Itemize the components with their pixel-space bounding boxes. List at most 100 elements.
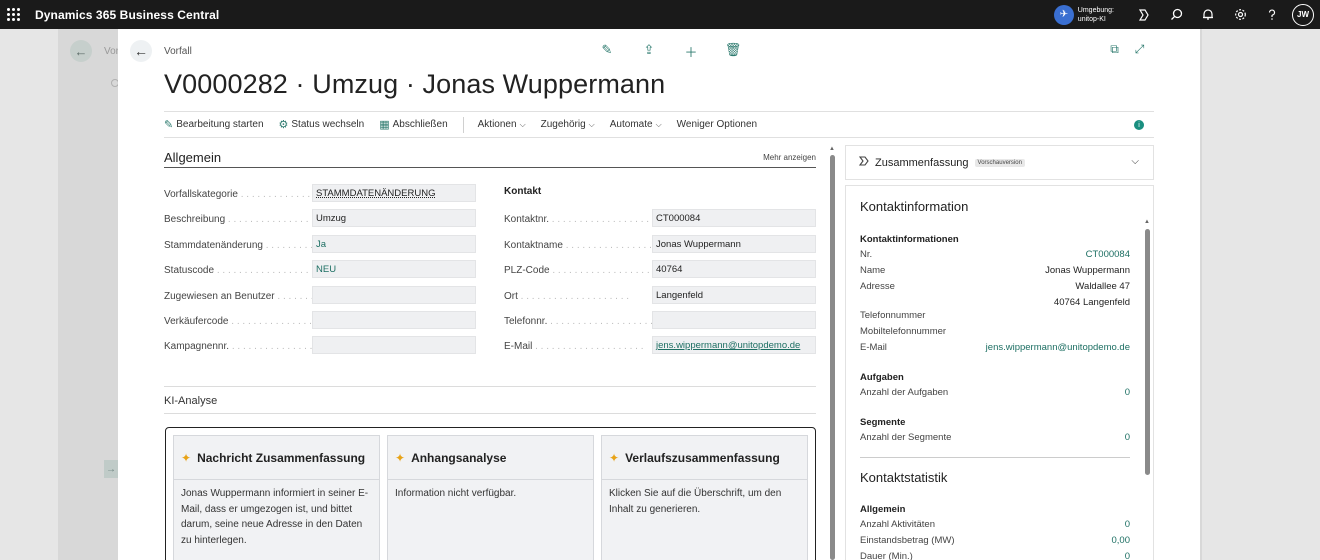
user-avatar[interactable]: JW [1292, 3, 1314, 26]
address-label: Adresse [860, 281, 895, 292]
factbox-scrollbar[interactable] [1145, 229, 1150, 475]
city-field[interactable]: Langenfeld [652, 285, 816, 304]
factbox-row: Telefonnummer [860, 310, 1130, 324]
edit-icon[interactable]: ✎ [586, 42, 628, 61]
contact-stats-title[interactable]: Kontaktstatistik [860, 470, 947, 485]
duration-value-link[interactable]: 0 [1125, 551, 1130, 560]
tasks-value-link[interactable]: 0 [1125, 387, 1130, 398]
environment-name: unitop-KI [1077, 15, 1106, 23]
phone-field[interactable] [652, 310, 816, 329]
ki-section-header[interactable]: KI-Analyse [164, 386, 816, 414]
status-icon: ⚙ [278, 119, 289, 131]
contact-name-field[interactable]: Jonas Wuppermann [652, 234, 816, 253]
environment-label: Umgebung: [1077, 6, 1114, 14]
salesperson-code-field[interactable] [312, 310, 476, 329]
back-button[interactable]: ← [130, 40, 152, 62]
email-field[interactable]: jens.wippermann@unitopdemo.de [652, 336, 816, 355]
field-label: Verkäufercode [164, 316, 312, 327]
background-back-icon: ← [70, 40, 92, 62]
breadcrumb: Vorfall [164, 46, 192, 57]
scroll-up-icon[interactable]: ▲ [829, 146, 835, 152]
app-launcher-icon[interactable] [7, 7, 21, 22]
factbox-row: E-Mail jens.wippermann@unitopdemo.de [860, 342, 1130, 356]
actions-menu-label: Aktionen [477, 119, 517, 130]
scroll-up-icon[interactable]: ▲ [1144, 219, 1150, 225]
open-new-window-icon[interactable]: ⧉ [1102, 42, 1127, 57]
factbox-pane: Kontaktinformation Kontaktinformationen … [845, 185, 1154, 560]
delete-icon[interactable]: 🗑 [712, 42, 754, 61]
automate-menu-label: Automate [609, 119, 653, 130]
summary-header[interactable]: Zusammenfassung Vorschauversion ⌵ [845, 145, 1154, 180]
field-label: Zugewiesen an Benutzer [164, 291, 312, 302]
contact-info-title[interactable]: Kontaktinformation [860, 199, 968, 214]
cost-label: Einstandsbetrag (MW) [860, 535, 955, 546]
ki-card-history-summary[interactable]: ✦ Verlaufszusammenfassung Klicken Sie auf… [601, 435, 808, 560]
search-icon[interactable] [1160, 0, 1192, 29]
category-field[interactable]: STAMMDATENÄNDERUNG [312, 184, 476, 202]
gear-icon[interactable] [1224, 0, 1256, 29]
main-scrollbar[interactable] [830, 155, 835, 560]
automate-menu[interactable]: Automate ⌵ [610, 119, 662, 130]
info-icon[interactable]: i [1134, 120, 1144, 130]
campaign-no-field[interactable] [312, 336, 476, 355]
bell-icon[interactable] [1192, 0, 1224, 29]
edit-button-label: Bearbeitung starten [176, 119, 264, 130]
edit-button[interactable]: ✎ Bearbeitung starten [164, 118, 264, 131]
status-code-field[interactable]: NEU [312, 260, 476, 279]
page-title: V0000282 · Umzug · Jonas Wuppermann [164, 69, 666, 99]
ki-card-attachment-analysis[interactable]: ✦ Anhangsanalyse Information nicht verfüg… [387, 435, 594, 560]
expand-icon[interactable]: ⤢ [1127, 42, 1152, 57]
master-data-change-field[interactable]: Ja [312, 234, 476, 253]
assigned-user-field[interactable] [312, 285, 476, 304]
segments-subtitle: Segmente [860, 417, 906, 428]
sparkle-icon: ✦ [181, 450, 192, 465]
close-button[interactable]: ▦ Abschließen [379, 118, 447, 131]
field-row: E-Mailjens.wippermann@unitopdemo.de [504, 334, 816, 359]
segments-value-link[interactable]: 0 [1125, 432, 1130, 443]
nr-value-link[interactable]: CT000084 [1086, 249, 1130, 260]
cost-value-link[interactable]: 0,00 [1112, 535, 1131, 546]
general-section-header[interactable]: Allgemein Mehr anzeigen [164, 149, 816, 168]
fewer-options-button[interactable]: Weniger Optionen [677, 119, 757, 130]
field-row: Zugewiesen an Benutzer [164, 284, 476, 309]
environment-icon[interactable]: ✈ [1053, 4, 1074, 25]
contact-no-field[interactable]: CT000084 [652, 209, 816, 228]
general-section-title: Allgemein [164, 150, 222, 165]
environment-info[interactable]: Umgebung: unitop-KI [1078, 6, 1114, 24]
chevron-down-icon: ⌵ [519, 119, 526, 129]
new-icon[interactable]: ＋ [670, 42, 712, 61]
ki-card-title[interactable]: ✦ Nachricht Zusammenfassung [174, 436, 379, 480]
field-row: Telefonnr. [504, 309, 816, 334]
fewer-options-label: Weniger Optionen [676, 119, 758, 130]
help-icon[interactable] [1256, 0, 1288, 29]
action-divider [462, 116, 464, 133]
name-value: Jonas Wuppermann [1045, 265, 1130, 276]
post-code-field[interactable]: 40764 [652, 260, 816, 279]
factbox-row: 40764 Langenfeld [860, 297, 1130, 311]
chevron-down-icon[interactable]: ⌵ [1131, 156, 1139, 167]
ki-card-message-summary[interactable]: ✦ Nachricht Zusammenfassung Jonas Wupperm… [173, 435, 380, 560]
ki-card-title-text: Anhangsanalyse [411, 450, 507, 465]
share-icon[interactable]: ⇪ [628, 42, 670, 61]
chevron-down-icon: ⌵ [588, 119, 595, 129]
field-row: BeschreibungUmzug [164, 207, 476, 232]
field-label: Telefonnr. [504, 316, 652, 327]
description-field[interactable]: Umzug [312, 209, 476, 228]
copilot-icon[interactable] [1128, 0, 1160, 29]
activities-value-link[interactable]: 0 [1125, 519, 1130, 530]
app-title[interactable]: Dynamics 365 Business Central [35, 8, 219, 22]
factbox-row: Adresse Waldallee 47 [860, 281, 1130, 295]
actions-menu[interactable]: Aktionen ⌵ [478, 119, 526, 130]
show-more-link[interactable]: Mehr anzeigen [763, 153, 816, 162]
field-label: Kontaktname [504, 240, 652, 251]
name-label: Name [860, 265, 886, 276]
related-menu[interactable]: Zugehörig ⌵ [541, 119, 595, 130]
status-button[interactable]: ⚙ Status wechseln [279, 118, 365, 131]
ki-card-title-text: Verlaufszusammenfassung [625, 450, 780, 465]
contact-group-title: Kontakt [504, 186, 542, 197]
ki-card-title[interactable]: ✦ Anhangsanalyse [388, 436, 593, 480]
address-line2: 40764 Langenfeld [1053, 297, 1130, 308]
mobile-label: Mobiltelefonnummer [860, 326, 947, 337]
email-value-link[interactable]: jens.wippermann@unitopdemo.de [986, 342, 1130, 353]
ki-card-title[interactable]: ✦ Verlaufszusammenfassung [602, 436, 807, 480]
